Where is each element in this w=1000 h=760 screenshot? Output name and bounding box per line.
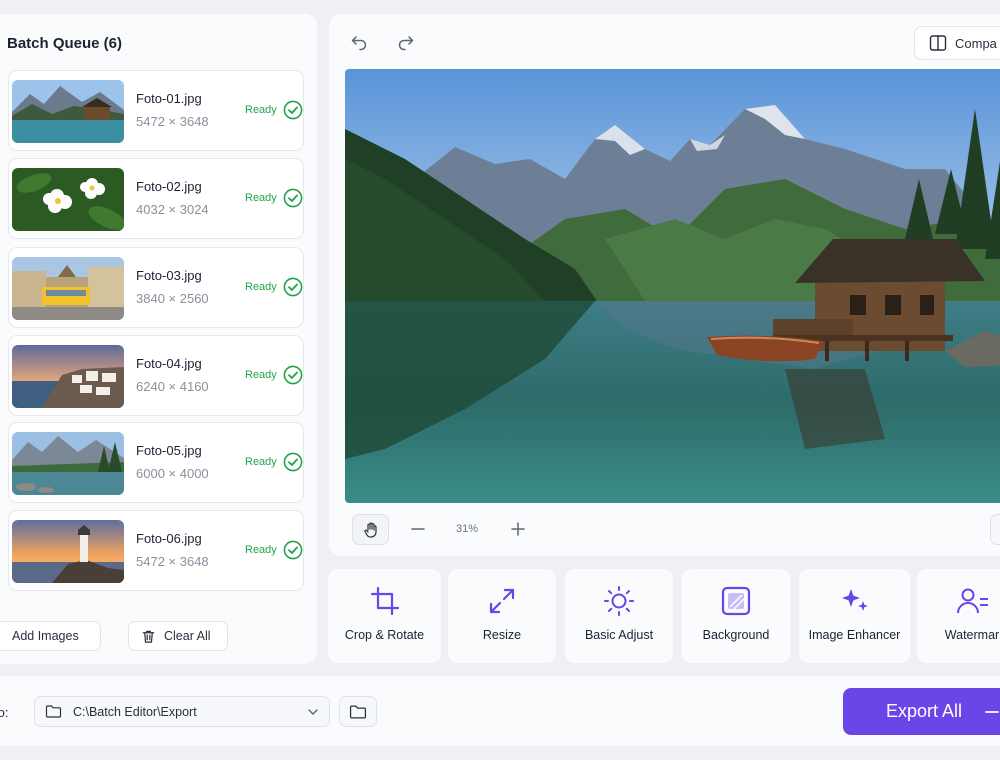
file-name: Foto-05.jpg	[136, 443, 202, 458]
save-to-label: to:	[0, 705, 9, 720]
status-label: Ready	[245, 192, 277, 204]
file-dimensions: 5472 × 3648	[136, 114, 209, 129]
queue-item[interactable]: Foto-06.jpg 5472 × 3648 Ready	[8, 510, 304, 591]
clear-all-label: Clear All	[164, 629, 211, 643]
clear-all-button[interactable]: Clear All	[128, 621, 228, 651]
zoom-level: 31%	[456, 523, 479, 535]
file-name: Foto-02.jpg	[136, 179, 202, 194]
tool-crop-rotate[interactable]: Crop & Rotate	[328, 569, 441, 663]
status-label: Ready	[245, 369, 277, 381]
file-dimensions: 6240 × 4160	[136, 379, 209, 394]
browse-folder-button[interactable]	[339, 696, 377, 727]
hand-tool-button[interactable]	[352, 514, 389, 545]
queue-item[interactable]: Foto-02.jpg 4032 × 3024 Ready	[8, 158, 304, 239]
add-images-label: Add Images	[12, 629, 79, 643]
folder-icon	[45, 705, 62, 718]
check-circle-icon	[283, 540, 303, 560]
thumbnail	[12, 520, 124, 583]
export-path-value: C:\Batch Editor\Export	[73, 705, 197, 719]
undo-icon[interactable]	[349, 32, 369, 52]
hand-icon	[363, 521, 377, 538]
file-name: Foto-04.jpg	[136, 356, 202, 371]
queue-item[interactable]: Foto-04.jpg 6240 × 4160 Ready	[8, 335, 304, 416]
tool-label: Resize	[482, 628, 522, 642]
zoom-in-icon[interactable]	[508, 519, 528, 539]
file-name: Foto-01.jpg	[136, 91, 202, 106]
queue-item[interactable]: Foto-03.jpg 3840 × 2560 Ready	[8, 247, 304, 328]
background-icon	[721, 586, 751, 616]
sparkle-icon	[841, 589, 868, 611]
export-path-select[interactable]: C:\Batch Editor\Export	[34, 696, 330, 727]
resize-icon	[489, 588, 515, 614]
queue-title: Batch Queue (6)	[7, 35, 123, 52]
status-label: Ready	[245, 544, 277, 556]
tool-image-enhancer[interactable]: Image Enhancer	[799, 569, 910, 663]
thumbnail	[12, 168, 124, 231]
file-dimensions: 6000 × 4000	[136, 466, 209, 481]
status-label: Ready	[245, 104, 277, 116]
trash-icon	[142, 630, 155, 643]
arrow-right-icon	[985, 710, 999, 713]
sun-icon	[604, 586, 634, 616]
add-images-button[interactable]: Add Images	[0, 621, 101, 651]
tool-basic-adjust[interactable]: Basic Adjust	[565, 569, 673, 663]
compare-button[interactable]: Compa	[914, 26, 1000, 60]
tool-watermark[interactable]: Watermar	[917, 569, 1000, 663]
fit-view-button[interactable]	[990, 514, 1000, 545]
tool-label: Basic Adjust	[584, 628, 654, 642]
tool-label: Background	[702, 628, 770, 642]
check-circle-icon	[283, 452, 303, 472]
tool-label: Watermar	[944, 628, 1000, 642]
check-circle-icon	[283, 277, 303, 297]
preview-image[interactable]	[345, 69, 1000, 503]
check-circle-icon	[283, 365, 303, 385]
thumbnail	[12, 80, 124, 143]
thumbnail	[12, 432, 124, 495]
check-circle-icon	[283, 188, 303, 208]
tool-background[interactable]: Background	[682, 569, 790, 663]
export-all-button[interactable]: Export All	[843, 688, 1000, 735]
status-label: Ready	[245, 281, 277, 293]
chevron-down-icon	[308, 709, 318, 715]
file-dimensions: 4032 × 3024	[136, 202, 209, 217]
export-all-label: Export All	[886, 701, 963, 721]
queue-item[interactable]: Foto-05.jpg 6000 × 4000 Ready	[8, 422, 304, 503]
tool-label: Crop & Rotate	[344, 628, 425, 642]
compare-label: Compa	[955, 35, 997, 51]
file-dimensions: 3840 × 2560	[136, 291, 209, 306]
zoom-out-icon[interactable]	[408, 519, 428, 539]
thumbnail	[12, 345, 124, 408]
queue-item[interactable]: Foto-01.jpg 5472 × 3648 Ready	[8, 70, 304, 151]
file-dimensions: 5472 × 3648	[136, 554, 209, 569]
thumbnail	[12, 257, 124, 320]
crop-icon	[370, 586, 399, 616]
split-view-icon	[929, 35, 947, 51]
file-name: Foto-03.jpg	[136, 268, 202, 283]
tool-resize[interactable]: Resize	[448, 569, 556, 663]
status-label: Ready	[245, 456, 277, 468]
check-circle-icon	[283, 100, 303, 120]
tool-label: Image Enhancer	[808, 628, 901, 642]
watermark-icon	[957, 588, 988, 614]
file-name: Foto-06.jpg	[136, 531, 202, 546]
folder-icon	[349, 705, 367, 718]
redo-icon[interactable]	[396, 32, 416, 52]
